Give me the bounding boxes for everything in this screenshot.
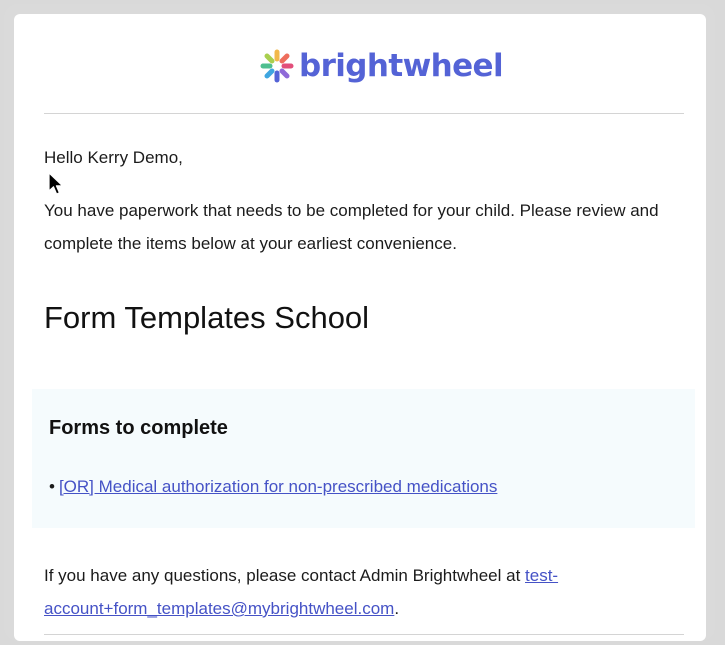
contact-paragraph: If you have any questions, please contac… [44,559,694,625]
mouse-pointer-icon [48,172,64,195]
forms-panel: Forms to complete • [OR] Medical authoriz… [32,389,695,528]
intro-paragraph: You have paperwork that needs to be comp… [44,201,659,253]
contact-email-link-part2[interactable]: account+form_templates@mybrightwheel.com [44,599,394,618]
brightwheel-logo: brightwheel [259,47,504,84]
greeting-text: Hello Kerry Demo, [44,148,183,167]
footer-divider [44,634,684,635]
email-window-frame: brightwheel Hello Kerry Demo, You have p… [4,4,715,641]
contact-suffix: . [394,599,400,618]
header-divider [44,113,684,114]
brightwheel-pinwheel-icon [260,49,294,83]
form-link[interactable]: [OR] Medical authorization for non-presc… [59,477,497,496]
contact-email-link-part1[interactable]: test- [525,566,558,585]
email-card: brightwheel Hello Kerry Demo, You have p… [14,14,706,641]
bullet: • [49,477,55,496]
forms-section-title: Forms to complete [49,417,228,439]
contact-text: If you have any questions, please contac… [44,566,526,585]
school-name-heading: Form Templates School [44,300,370,335]
list-item: • [OR] Medical authorization for non-pres… [49,477,497,497]
brand-wordmark: brightwheel [299,47,504,84]
